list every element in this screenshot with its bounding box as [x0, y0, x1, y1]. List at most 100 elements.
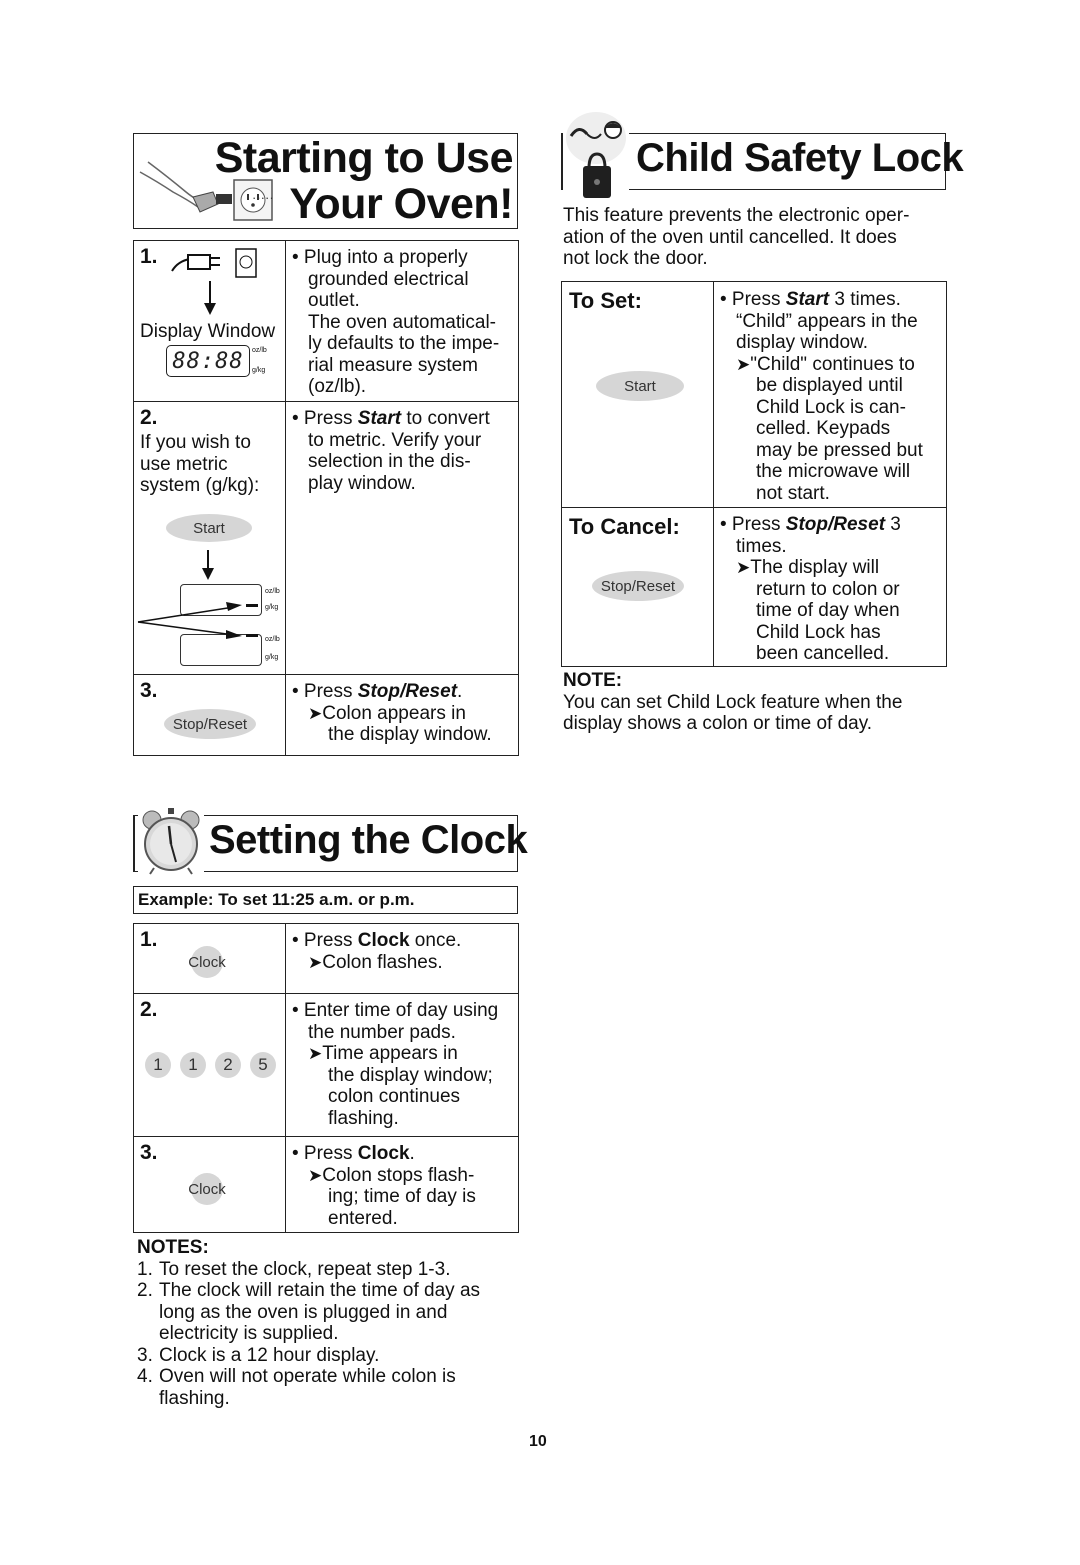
text-line: • Press Clock once. — [292, 930, 461, 952]
unit-g-kg: g/kg — [265, 654, 279, 661]
text-span: to convert — [401, 408, 490, 429]
dots-decoration: ····· — [252, 190, 274, 205]
start-keyword: Start — [785, 289, 830, 310]
text-line: Child Lock has — [756, 621, 881, 643]
text-line: • Plug into a properly — [292, 247, 468, 268]
number-pad-5[interactable]: 5 — [250, 1052, 276, 1078]
to-set-text: • Press Start 3 times. “Child” appears i… — [720, 289, 923, 504]
text-line: play window. — [308, 472, 416, 494]
child-lock-intro: This feature prevents the electronic ope… — [563, 205, 909, 270]
step-number: 2. — [140, 998, 158, 1021]
text-line: “Child” appears in the — [736, 310, 918, 332]
arrow-bullet-icon: ➤ — [736, 354, 751, 374]
note-number: 1. — [137, 1258, 153, 1280]
text-line: the microwave will — [756, 461, 911, 482]
down-arrow-icon — [202, 550, 214, 585]
text-line: • Press Stop/Reset 3 — [720, 514, 901, 536]
text-line: The clock will retain the time of day as — [159, 1280, 481, 1301]
stop-reset-button[interactable]: Stop/Reset — [592, 571, 684, 601]
text-line: grounded electrical — [308, 268, 469, 290]
display-window-label: Display Window — [140, 321, 276, 342]
starting-title-line2: Your Oven! — [289, 180, 513, 228]
text-line: flashing. — [159, 1387, 230, 1409]
clock-step1-left: 1. Clock — [133, 923, 286, 994]
clock-step3-right: • Press Clock. ➤Colon stops flash- ing; … — [285, 1136, 519, 1233]
starting-step1-text: • Plug into a properly grounded electric… — [292, 247, 499, 398]
note-item: 4. Oven will not operate while colon is fl… — [137, 1366, 527, 1409]
text-line: selection in the dis- — [308, 451, 471, 472]
stop-reset-button[interactable]: Stop/Reset — [164, 709, 256, 739]
arrow-bullet-icon: ➤ — [308, 1165, 323, 1185]
text-span: • Press — [292, 408, 358, 429]
text-line: ➤Colon flashes. — [292, 952, 461, 974]
text-line: ➤"Child" continues to — [720, 354, 923, 376]
text-span: 3 times. — [829, 289, 901, 310]
text-span: • Press — [292, 681, 358, 702]
text-line: If you wish to — [140, 432, 251, 453]
clock-button[interactable]: Clock — [188, 946, 226, 978]
text-line: long as the oven is plugged in and — [159, 1301, 448, 1323]
child-lock-title: Child Safety Lock — [636, 136, 964, 180]
text-line: Child Lock is can- — [756, 396, 906, 418]
text-span: "Child" continues to — [750, 353, 915, 375]
text-line: ➤Colon stops flash- — [292, 1165, 476, 1187]
to-cancel-text: • Press Stop/Reset 3 times. ➤The display… — [720, 514, 901, 665]
clock-button[interactable]: Clock — [188, 1173, 226, 1205]
text-line: ing; time of day is — [328, 1186, 476, 1207]
text-line: ➤The display will — [720, 557, 901, 579]
text-line: • Press Clock. — [292, 1143, 476, 1165]
arrow-bullet-icon: ➤ — [308, 952, 323, 972]
to-cancel-row: To Cancel: Stop/Reset • Press Stop/Reset… — [561, 507, 947, 667]
starting-step3-row: 3. Stop/Reset • Press Stop/Reset. ➤Colon… — [133, 674, 519, 756]
step-number: 3. — [140, 679, 158, 702]
arrow-bullet-icon: ➤ — [736, 558, 751, 577]
to-cancel-right: • Press Stop/Reset 3 times. ➤The display… — [713, 507, 947, 667]
metric-instruction: If you wish to use metric system (g/kg): — [140, 432, 259, 497]
starting-steps-table: 1. Display Window 88:88 oz/lb g/kg • Plu… — [133, 240, 519, 756]
number-pad-2[interactable]: 2 — [215, 1052, 241, 1078]
stop-reset-keyword: Stop/Reset — [785, 514, 886, 535]
text-span: The display will — [750, 557, 880, 578]
text-line: Clock is a 12 hour display. — [159, 1344, 380, 1366]
unit-g-kg: g/kg — [252, 367, 266, 374]
start-button[interactable]: Start — [596, 371, 684, 401]
number-pad-1[interactable]: 1 — [180, 1052, 206, 1078]
starting-step3-right: • Press Stop/Reset. ➤Colon appears in th… — [285, 674, 519, 756]
text-line: This feature prevents the electronic ope… — [563, 205, 910, 226]
text-line: time of day when — [756, 600, 900, 621]
clock-title: Setting the Clock — [209, 818, 528, 862]
text-line: be displayed until — [756, 375, 903, 396]
text-line: • Press Start to convert — [292, 408, 490, 430]
number-pad-1[interactable]: 1 — [145, 1052, 171, 1078]
to-set-right: • Press Start 3 times. “Child” appears i… — [713, 281, 947, 508]
unit-oz-lb: oz/lb — [252, 347, 267, 354]
notes-label: NOTES: — [137, 1237, 209, 1258]
text-span: 3 — [885, 514, 901, 535]
text-line: use metric — [140, 453, 228, 475]
text-line: • Press Stop/Reset. — [292, 681, 492, 703]
clock-step1-row: 1. Clock • Press Clock once. ➤Colon flas… — [133, 923, 519, 994]
clock-step1-text: • Press Clock once. ➤Colon flashes. — [292, 930, 461, 973]
clock-header-leftedge — [133, 815, 135, 872]
stop-reset-keyword: Stop/Reset — [357, 681, 458, 702]
text-line: the display window. — [328, 724, 492, 745]
clock-step2-row: 2. 1 1 2 5 • Enter time of day using the… — [133, 993, 519, 1137]
starting-step1-left: 1. Display Window 88:88 oz/lb g/kg — [133, 240, 286, 402]
text-line: the display window; — [328, 1064, 493, 1086]
clock-step2-right: • Enter time of day using the number pad… — [285, 993, 519, 1137]
arrow-bullet-icon: ➤ — [308, 703, 323, 723]
text-line: been cancelled. — [756, 643, 890, 664]
clock-step3-row: 3. Clock • Press Clock. ➤Colon stops fla… — [133, 1136, 519, 1233]
start-button[interactable]: Start — [166, 514, 252, 542]
note-number: 4. — [137, 1366, 153, 1387]
text-line: flashing. — [328, 1107, 399, 1129]
clock-notes: NOTES: 1. To reset the clock, repeat step… — [137, 1237, 527, 1409]
note-number: 3. — [137, 1344, 153, 1366]
clock-step3-text: • Press Clock. ➤Colon stops flash- ing; … — [292, 1143, 476, 1229]
clock-step2-text: • Enter time of day using the number pad… — [292, 1000, 498, 1129]
to-cancel-label: To Cancel: — [569, 514, 680, 539]
alarm-clock-icon — [138, 806, 204, 876]
note-label: NOTE: — [563, 670, 623, 691]
starting-header: ····· Starting to Use Your Oven! — [133, 133, 518, 229]
to-set-label: To Set: — [569, 288, 642, 313]
